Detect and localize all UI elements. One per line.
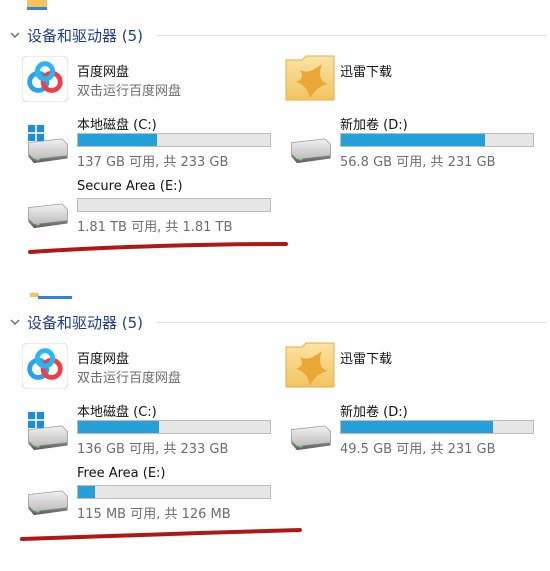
app-tile-xunlei[interactable]: 迅雷下载 (284, 339, 534, 393)
drive-icon (24, 202, 70, 230)
app-tile-baidu[interactable]: 百度网盘 双击运行百度网盘 (22, 56, 272, 106)
baidu-netdisk-icon (22, 343, 68, 389)
drive-tile-e[interactable]: Secure Area (E:) 1.81 TB 可用, 共 1.81 TB (22, 178, 277, 235)
baidu-netdisk-icon (22, 56, 68, 102)
drive-usage-bar (77, 198, 271, 212)
drive-icon (24, 489, 70, 517)
drive-space: 56.8 GB 可用, 共 231 GB (340, 155, 496, 170)
red-underline-annotation (20, 528, 302, 541)
drive-space: 49.5 GB 可用, 共 231 GB (340, 442, 496, 457)
app-tile-baidu[interactable]: 百度网盘 双击运行百度网盘 (22, 343, 272, 393)
app-subtitle: 双击运行百度网盘 (77, 84, 182, 99)
section-title: 设备和驱动器 (5) (27, 314, 144, 332)
section-header-devices[interactable]: 设备和驱动器 (5) (6, 24, 546, 46)
drive-usage-fill (78, 486, 96, 498)
header-divider (156, 322, 546, 323)
drive-usage-bar (77, 420, 271, 434)
drive-usage-fill (78, 134, 157, 146)
drive-name: Secure Area (E:) (77, 179, 183, 194)
app-name: 迅雷下载 (340, 352, 393, 367)
drive-space: 136 GB 可用, 共 233 GB (77, 442, 229, 457)
app-subtitle: 双击运行百度网盘 (77, 371, 182, 386)
drive-usage-bar (340, 133, 534, 147)
drive-tile-d[interactable]: 新加卷 (D:) 49.5 GB 可用, 共 231 GB (285, 400, 540, 457)
chevron-down-icon[interactable] (8, 315, 22, 329)
folder-icon (30, 293, 72, 299)
section-header-devices[interactable]: 设备和驱动器 (5) (6, 311, 546, 333)
drive-space: 115 MB 可用, 共 126 MB (77, 507, 231, 522)
drive-usage-fill (78, 421, 159, 433)
drive-usage-bar (340, 420, 534, 434)
drive-usage-fill (341, 134, 485, 146)
drive-name: 新加卷 (D:) (340, 405, 408, 420)
header-divider (156, 35, 546, 36)
chevron-down-icon[interactable] (8, 28, 22, 42)
drive-usage-bar (77, 133, 271, 147)
folder-icon (27, 0, 47, 10)
drive-icon (287, 424, 333, 452)
app-tile-xunlei[interactable]: 迅雷下载 (284, 52, 534, 106)
drive-tile-c[interactable]: 本地磁盘 (C:) 137 GB 可用, 共 233 GB (22, 113, 277, 170)
windows-drive-icon (24, 424, 70, 452)
xunlei-folder-icon (284, 339, 336, 391)
drive-usage-fill (341, 421, 493, 433)
drives-panel-before: 设备和驱动器 (5) 百度网盘 双击运行百度网盘 迅雷下载 本地磁盘 (C:) … (0, 0, 550, 284)
red-underline-annotation (28, 242, 288, 254)
drive-tile-c[interactable]: 本地磁盘 (C:) 136 GB 可用, 共 233 GB (22, 400, 277, 457)
drive-tile-d[interactable]: 新加卷 (D:) 56.8 GB 可用, 共 231 GB (285, 113, 540, 170)
drive-usage-bar (77, 485, 271, 499)
xunlei-folder-icon (284, 52, 336, 104)
drive-name: Free Area (E:) (77, 466, 166, 481)
windows-drive-icon (24, 137, 70, 165)
app-name: 百度网盘 (77, 352, 130, 367)
drive-name: 本地磁盘 (C:) (77, 405, 157, 420)
section-title: 设备和驱动器 (5) (27, 27, 144, 45)
drive-name: 本地磁盘 (C:) (77, 118, 157, 133)
app-name: 百度网盘 (77, 65, 130, 80)
app-name: 迅雷下载 (340, 65, 393, 80)
drives-panel-after: 设备和驱动器 (5) 百度网盘 双击运行百度网盘 迅雷下载 本地磁盘 (C:) … (0, 287, 550, 571)
drive-space: 1.81 TB 可用, 共 1.81 TB (77, 220, 233, 235)
drive-icon (287, 137, 333, 165)
drive-tile-e[interactable]: Free Area (E:) 115 MB 可用, 共 126 MB (22, 465, 277, 522)
drive-space: 137 GB 可用, 共 233 GB (77, 155, 229, 170)
drive-name: 新加卷 (D:) (340, 118, 408, 133)
